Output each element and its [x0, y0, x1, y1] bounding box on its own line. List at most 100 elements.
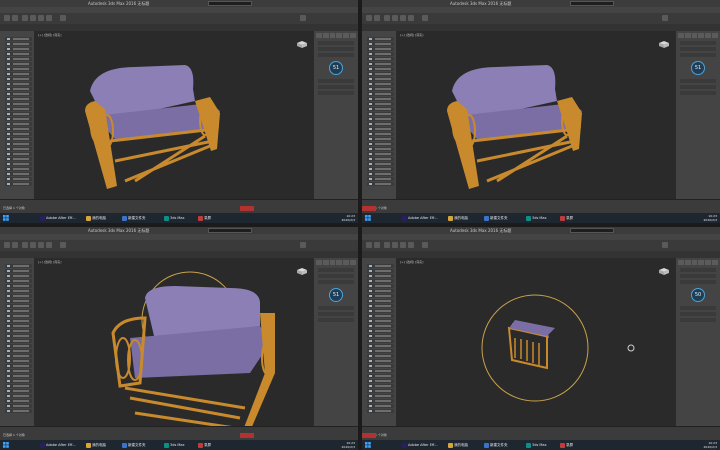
scene-row[interactable]: [367, 117, 394, 121]
eye-icon[interactable]: [7, 143, 10, 145]
eye-icon[interactable]: [7, 83, 10, 85]
move-icon[interactable]: [30, 15, 36, 21]
eye-icon[interactable]: [369, 285, 372, 287]
scene-row[interactable]: [5, 122, 32, 126]
eye-icon[interactable]: [369, 68, 372, 70]
scene-row[interactable]: [5, 354, 32, 358]
scene-row[interactable]: [5, 349, 32, 353]
taskbar-item[interactable]: 我的电脑: [86, 214, 106, 222]
command-row[interactable]: [318, 91, 354, 95]
taskbar-item[interactable]: Adobe After Eff...: [402, 441, 438, 449]
eye-icon[interactable]: [369, 98, 372, 100]
eye-icon[interactable]: [369, 73, 372, 75]
undo-icon[interactable]: [366, 242, 372, 248]
taskbar-item[interactable]: 录屏: [560, 214, 573, 222]
eye-icon[interactable]: [7, 113, 10, 115]
scene-row[interactable]: [5, 279, 32, 283]
scene-row[interactable]: [5, 182, 32, 186]
eye-icon[interactable]: [7, 410, 10, 412]
sofa-model[interactable]: [397, 31, 675, 199]
search-input[interactable]: [208, 228, 252, 233]
eye-icon[interactable]: [7, 355, 10, 357]
scene-row[interactable]: [367, 289, 394, 293]
sofa-model[interactable]: [35, 258, 313, 426]
eye-icon[interactable]: [369, 83, 372, 85]
rotate-icon[interactable]: [400, 242, 406, 248]
scene-row[interactable]: [5, 37, 32, 41]
scene-row[interactable]: [367, 97, 394, 101]
scene-row[interactable]: [5, 344, 32, 348]
select-icon[interactable]: [22, 15, 28, 21]
eye-icon[interactable]: [369, 63, 372, 65]
eye-icon[interactable]: [369, 335, 372, 337]
windows-start-icon[interactable]: [365, 442, 371, 448]
eye-icon[interactable]: [369, 340, 372, 342]
command-row[interactable]: [680, 91, 716, 95]
redo-icon[interactable]: [374, 242, 380, 248]
eye-icon[interactable]: [369, 118, 372, 120]
scene-row[interactable]: [5, 157, 32, 161]
sofa-model[interactable]: [397, 258, 675, 426]
eye-icon[interactable]: [369, 113, 372, 115]
scene-row[interactable]: [367, 409, 394, 413]
eye-icon[interactable]: [369, 128, 372, 130]
taskbar-item[interactable]: 3ds Max: [164, 441, 185, 449]
command-tabs[interactable]: [678, 260, 718, 265]
command-row[interactable]: [680, 47, 716, 51]
command-row[interactable]: [318, 53, 354, 57]
eye-icon[interactable]: [369, 400, 372, 402]
move-icon[interactable]: [392, 242, 398, 248]
eye-icon[interactable]: [7, 138, 10, 140]
scene-row[interactable]: [367, 37, 394, 41]
eye-icon[interactable]: [369, 270, 372, 272]
taskbar-item[interactable]: 我的电脑: [448, 214, 468, 222]
scene-row[interactable]: [367, 364, 394, 368]
command-row[interactable]: [680, 268, 716, 272]
eye-icon[interactable]: [7, 375, 10, 377]
eye-icon[interactable]: [7, 335, 10, 337]
eye-icon[interactable]: [369, 123, 372, 125]
scene-row[interactable]: [367, 344, 394, 348]
scene-row[interactable]: [367, 319, 394, 323]
scene-row[interactable]: [5, 274, 32, 278]
scene-row[interactable]: [5, 379, 32, 383]
eye-icon[interactable]: [7, 275, 10, 277]
redo-icon[interactable]: [12, 15, 18, 21]
eye-icon[interactable]: [369, 355, 372, 357]
eye-icon[interactable]: [369, 350, 372, 352]
rotate-icon[interactable]: [38, 242, 44, 248]
eye-icon[interactable]: [369, 78, 372, 80]
eye-icon[interactable]: [369, 405, 372, 407]
scene-row[interactable]: [5, 394, 32, 398]
scene-row[interactable]: [5, 82, 32, 86]
eye-icon[interactable]: [7, 128, 10, 130]
eye-icon[interactable]: [369, 410, 372, 412]
command-row[interactable]: [318, 306, 354, 310]
scene-row[interactable]: [5, 77, 32, 81]
scene-row[interactable]: [5, 142, 32, 146]
eye-icon[interactable]: [369, 93, 372, 95]
eye-icon[interactable]: [369, 330, 372, 332]
scene-row[interactable]: [5, 314, 32, 318]
scene-row[interactable]: [367, 62, 394, 66]
scene-row[interactable]: [5, 304, 32, 308]
scene-row[interactable]: [367, 314, 394, 318]
eye-icon[interactable]: [369, 375, 372, 377]
perspective-viewport[interactable]: [+] [透视] [真实]: [397, 31, 675, 199]
command-row[interactable]: [680, 79, 716, 83]
command-tabs[interactable]: [316, 33, 356, 38]
eye-icon[interactable]: [369, 385, 372, 387]
eye-icon[interactable]: [369, 310, 372, 312]
search-input[interactable]: [570, 1, 614, 6]
scene-row[interactable]: [367, 42, 394, 46]
command-row[interactable]: [680, 280, 716, 284]
eye-icon[interactable]: [7, 133, 10, 135]
snap-icon[interactable]: [60, 242, 66, 248]
scale-icon[interactable]: [46, 242, 52, 248]
eye-icon[interactable]: [7, 265, 10, 267]
scene-row[interactable]: [367, 102, 394, 106]
scene-row[interactable]: [5, 107, 32, 111]
rotate-icon[interactable]: [400, 15, 406, 21]
eye-icon[interactable]: [369, 305, 372, 307]
scene-row[interactable]: [367, 82, 394, 86]
